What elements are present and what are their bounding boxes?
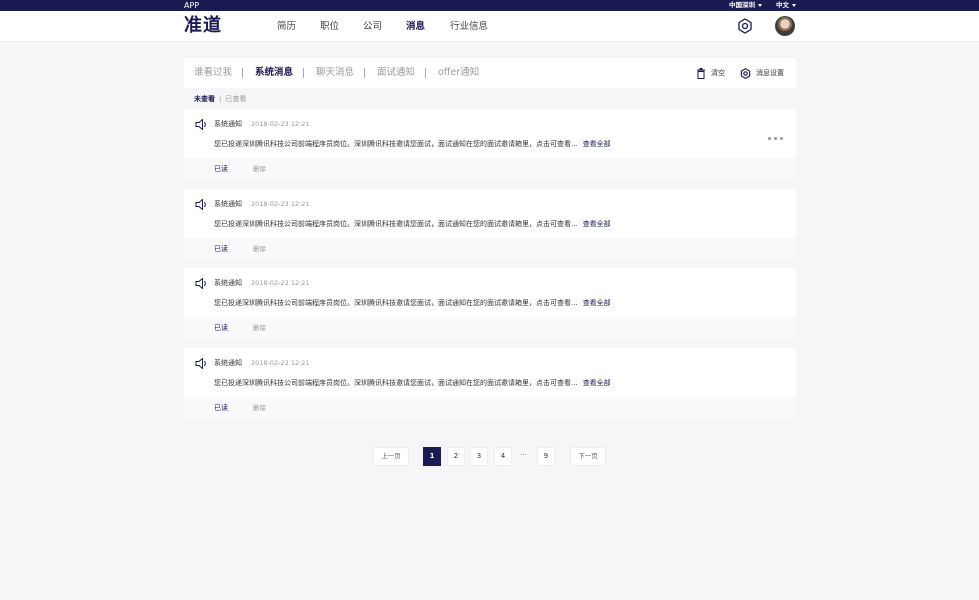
message-actions: 已读 删除 [184,158,796,179]
nav-jobs[interactable]: 职位 [320,11,339,42]
delete-button[interactable]: 删除 [253,403,266,413]
mark-read-button[interactable]: 已读 [214,403,228,413]
message-card: 系统通知 2018-02-23 12:21 您已投递深圳腾讯科技公司前端程序员岗… [184,109,796,179]
nav-industry-info[interactable]: 行业信息 [450,11,488,42]
message-time: 2018-02-23 12:21 [251,279,310,287]
city-label: 中国深圳 [729,1,755,9]
message-type: 系统通知 [214,359,242,367]
message-settings-label: 消息设置 [756,69,784,77]
message-text: 您已投递深圳腾讯科技公司前端程序员岗位。深圳腾讯科技邀请您面试，面试通知在您的面… [214,379,578,387]
tab-divider [303,68,304,78]
mark-read-button[interactable]: 已读 [214,244,228,254]
page-button[interactable]: 9 [537,447,555,466]
message-card: 系统通知 2018-02-23 12:21 您已投递深圳腾讯科技公司前端程序员岗… [184,268,796,338]
message-body: 您已投递深圳腾讯科技公司前端程序员岗位。深圳腾讯科技邀请您面试，面试通知在您的面… [214,139,611,149]
tab-interview-notices[interactable]: 面试通知 [377,58,415,88]
message-text: 您已投递深圳腾讯科技公司前端程序员岗位。深圳腾讯科技邀请您面试，面试通知在您的面… [214,220,578,228]
message-body: 您已投递深圳腾讯科技公司前端程序员岗位。深圳腾讯科技邀请您面试，面试通知在您的面… [214,378,611,388]
speaker-icon [195,358,206,369]
city-selector[interactable]: 中国深圳 [729,0,762,11]
message-type: 系统通知 [214,200,242,208]
view-all-link[interactable]: 查看全部 [583,299,611,307]
tab-offer-notices[interactable]: offer通知 [438,58,479,88]
trash-icon [697,68,705,79]
language-selector[interactable]: 中文 [776,0,796,11]
message-time: 2018-02-23 12:21 [251,120,310,128]
mark-read-button[interactable]: 已读 [214,164,228,174]
message-body: 您已投递深圳腾讯科技公司前端程序员岗位。深圳腾讯科技邀请您面试，面试通知在您的面… [214,219,611,229]
clear-label: 清空 [711,69,725,77]
speaker-icon [195,119,206,130]
view-all-link[interactable]: 查看全部 [583,379,611,387]
filter-read[interactable]: 已查看 [225,95,246,103]
nav-messages[interactable]: 消息 [406,11,425,42]
message-text: 您已投递深圳腾讯科技公司前端程序员岗位。深圳腾讯科技邀请您面试，面试通知在您的面… [214,299,578,307]
page-button[interactable]: 4 [494,447,512,466]
delete-button[interactable]: 删除 [253,164,266,174]
gear-icon [740,68,751,79]
gear-icon[interactable] [737,18,753,34]
top-utility-bar: APP 中国深圳 中文 [0,0,979,11]
delete-button[interactable]: 删除 [253,323,266,333]
message-body: 您已投递深圳腾讯科技公司前端程序员岗位。深圳腾讯科技邀请您面试，面试通知在您的面… [214,298,611,308]
app-link[interactable]: APP [184,0,199,11]
message-time: 2018-02-23 12:21 [251,200,310,208]
message-actions: 已读 删除 [184,397,796,418]
nav-company[interactable]: 公司 [363,11,382,42]
view-all-link[interactable]: 查看全部 [583,220,611,228]
tab-divider [425,68,426,78]
message-actions: 已读 删除 [184,317,796,338]
prev-page-button[interactable]: 上一页 [373,447,409,466]
filter-unread[interactable]: 未查看 [194,95,215,103]
more-dots-icon[interactable] [768,125,786,140]
message-time: 2018-02-23 12:21 [251,359,310,367]
filter-divider: | [219,95,222,103]
message-actions: 已读 删除 [184,238,796,259]
message-type: 系统通知 [214,120,242,128]
delete-button[interactable]: 删除 [253,244,266,254]
pagination-ellipsis: ··· [520,451,527,459]
message-type: 系统通知 [214,279,242,287]
tab-chat-messages[interactable]: 聊天消息 [316,58,354,88]
mark-read-button[interactable]: 已读 [214,323,228,333]
page-button[interactable]: 3 [470,447,488,466]
speaker-icon [195,199,206,210]
tab-divider [242,68,243,78]
avatar[interactable] [775,16,795,36]
nav-resume[interactable]: 简历 [277,11,296,42]
message-card: 系统通知 2018-02-23 12:21 您已投递深圳腾讯科技公司前端程序员岗… [184,189,796,259]
logo[interactable]: 准道 [184,15,222,37]
tab-system-messages[interactable]: 系统消息 [255,58,293,88]
speaker-icon [195,278,206,289]
chevron-down-icon [792,3,796,7]
message-text: 您已投递深圳腾讯科技公司前端程序员岗位。深圳腾讯科技邀请您面试，面试通知在您的面… [214,140,578,148]
main-header: 准道 简历 职位 公司 消息 行业信息 [0,11,979,42]
message-card: 系统通知 2018-02-23 12:21 您已投递深圳腾讯科技公司前端程序员岗… [184,348,796,418]
view-all-link[interactable]: 查看全部 [583,140,611,148]
page-button-current[interactable]: 1 [423,447,441,466]
tab-divider [364,68,365,78]
page-button[interactable]: 2 [447,447,465,466]
read-filter: 未查看 | 已查看 [194,94,246,104]
tab-who-viewed-me[interactable]: 谁看过我 [194,58,232,88]
next-page-button[interactable]: 下一页 [570,447,606,466]
message-tabs: 谁看过我 系统消息 聊天消息 面试通知 offer通知 清空 消息设置 [184,58,796,88]
language-label: 中文 [776,1,789,9]
chevron-down-icon [758,3,762,7]
